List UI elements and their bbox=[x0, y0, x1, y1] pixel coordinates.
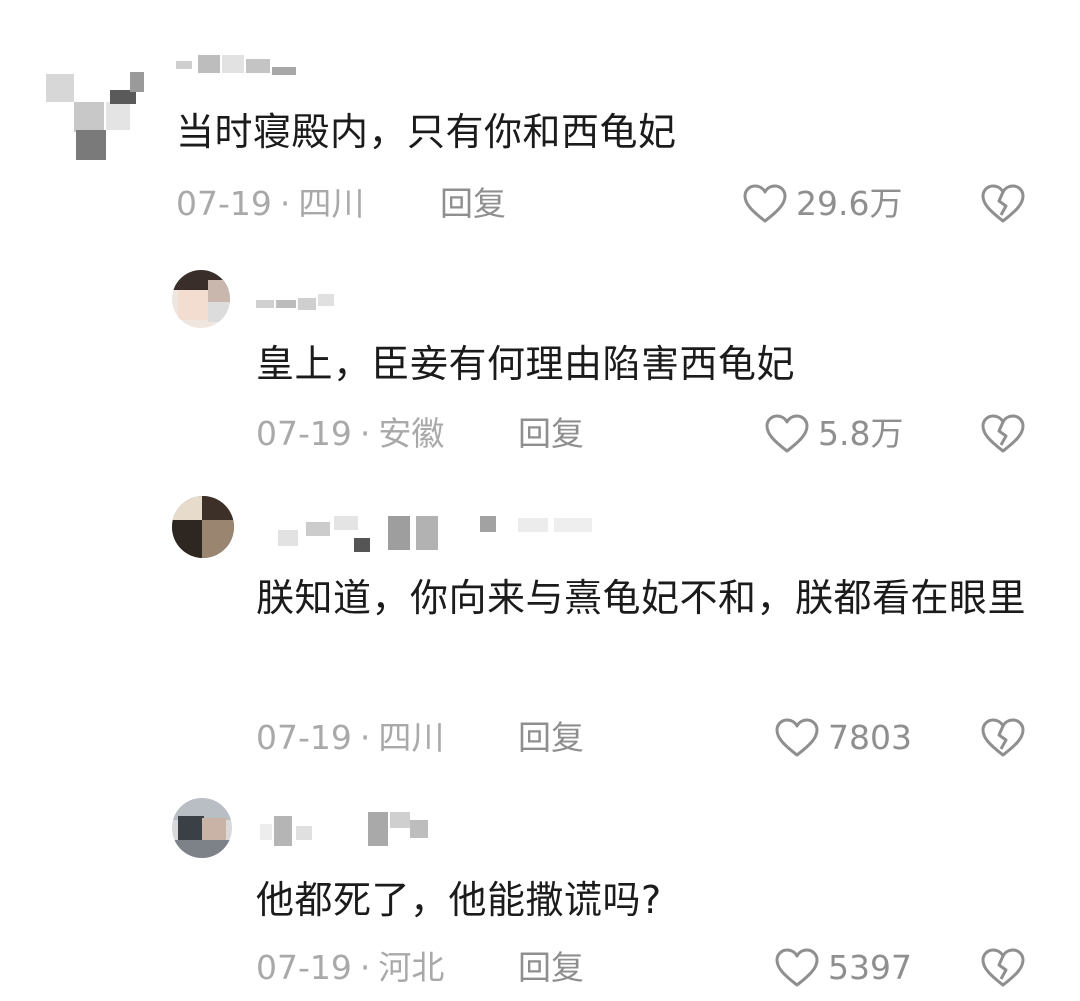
avatar[interactable] bbox=[46, 62, 146, 162]
avatar[interactable] bbox=[172, 496, 234, 558]
meta-separator: · bbox=[359, 718, 371, 757]
broken-heart-icon bbox=[980, 184, 1025, 224]
username-obscured[interactable] bbox=[176, 55, 298, 75]
dislike-button[interactable] bbox=[980, 948, 1025, 988]
reply-button[interactable]: 回复 bbox=[518, 414, 584, 454]
comment-text: 朕知道，你向来与熹龟妃不和，朕都看在眼里 bbox=[256, 576, 1027, 620]
username-obscured[interactable] bbox=[260, 812, 430, 848]
heart-outline-icon bbox=[774, 948, 820, 988]
avatar[interactable] bbox=[172, 798, 232, 858]
comment-meta: 07-19 · 河北 bbox=[256, 948, 444, 988]
comment-text: 他都死了，他能撒谎吗? bbox=[256, 878, 662, 922]
comment-region: 安徽 bbox=[378, 414, 445, 453]
comment-region: 四川 bbox=[298, 184, 365, 223]
comment-date: 07-19 bbox=[256, 414, 352, 453]
broken-heart-icon bbox=[980, 414, 1025, 454]
comment-region: 河北 bbox=[378, 948, 445, 987]
reply-button[interactable]: 回复 bbox=[440, 184, 506, 224]
meta-separator: · bbox=[359, 414, 371, 453]
comment-meta: 07-19 · 四川 bbox=[256, 718, 444, 758]
like-button[interactable]: 5.8万 bbox=[764, 414, 903, 454]
reply-button[interactable]: 回复 bbox=[518, 948, 584, 988]
broken-heart-icon bbox=[980, 948, 1025, 988]
comment-date: 07-19 bbox=[256, 948, 352, 987]
comment-region: 四川 bbox=[378, 718, 445, 757]
heart-outline-icon bbox=[774, 718, 820, 758]
like-count: 5.8万 bbox=[818, 414, 904, 453]
like-count: 5397 bbox=[828, 948, 912, 987]
avatar[interactable] bbox=[172, 270, 230, 328]
broken-heart-icon bbox=[980, 718, 1025, 758]
username-obscured[interactable] bbox=[256, 292, 336, 312]
username-obscured[interactable] bbox=[278, 516, 598, 552]
like-button[interactable]: 7803 bbox=[774, 718, 912, 758]
dislike-button[interactable] bbox=[980, 414, 1025, 454]
like-count: 7803 bbox=[828, 718, 912, 757]
like-button[interactable]: 29.6万 bbox=[742, 184, 902, 224]
dislike-button[interactable] bbox=[980, 718, 1025, 758]
meta-separator: · bbox=[359, 948, 371, 987]
meta-separator: · bbox=[279, 184, 291, 223]
comment-meta: 07-19 · 安徽 bbox=[256, 414, 444, 454]
reply-button[interactable]: 回复 bbox=[518, 718, 584, 758]
heart-outline-icon bbox=[764, 414, 810, 454]
comment-text: 当时寝殿内，只有你和西龟妃 bbox=[176, 110, 677, 154]
like-count: 29.6万 bbox=[796, 184, 903, 223]
like-button[interactable]: 5397 bbox=[774, 948, 912, 988]
comment-date: 07-19 bbox=[256, 718, 352, 757]
comment-text: 皇上，臣妾有何理由陷害西龟妃 bbox=[256, 342, 796, 386]
comment-meta: 07-19 · 四川 bbox=[176, 184, 364, 224]
heart-outline-icon bbox=[742, 184, 788, 224]
comment-date: 07-19 bbox=[176, 184, 272, 223]
dislike-button[interactable] bbox=[980, 184, 1025, 224]
